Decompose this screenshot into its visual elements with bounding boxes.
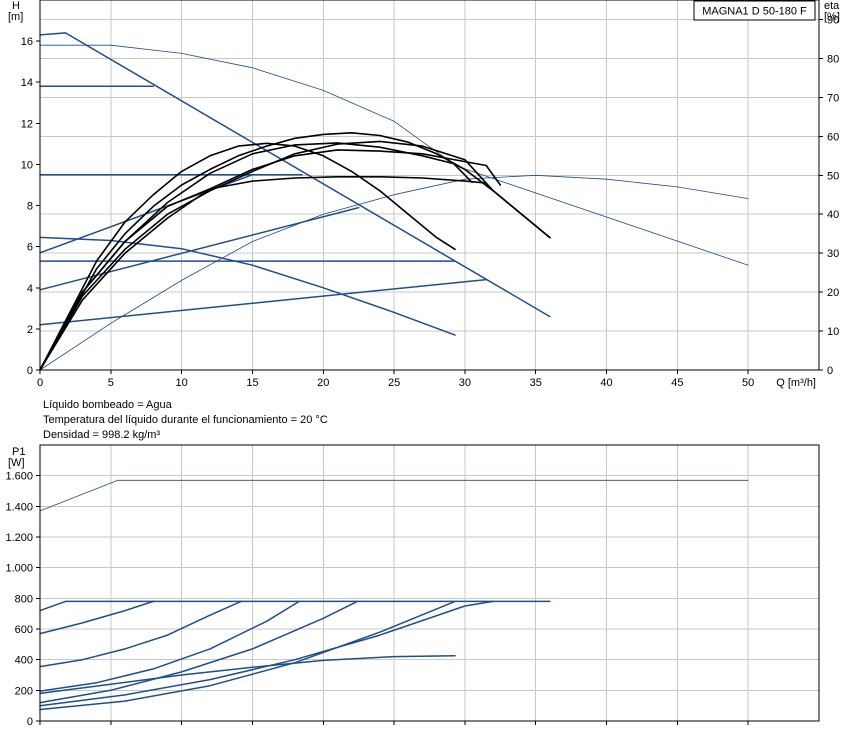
fluid-info: Líquido bombeado = Agua Temperatura del … — [43, 398, 328, 443]
top-x-tick-label-9: 45 — [671, 377, 683, 389]
bottom-series-8 — [39, 655, 456, 695]
top-y-tick-label-0: 0 — [27, 365, 33, 377]
bottom-y-tick-label-1: 200 — [15, 685, 33, 697]
top-y-tick-label-7: 14 — [21, 77, 33, 89]
top-x-tick-label-4: 20 — [317, 377, 329, 389]
info-line-temperature: Temperatura del líquido durante el funci… — [43, 414, 328, 426]
top-y2-tick-label-2: 20 — [827, 287, 839, 299]
top-y-tick-label-1: 2 — [27, 324, 33, 336]
top-y2-tick-label-1: 10 — [827, 326, 839, 338]
top-y-tick-label-6: 12 — [21, 118, 33, 130]
top-y2-tick-label-3: 30 — [827, 248, 839, 260]
bottom-y-tick-label-7: 1.400 — [5, 501, 33, 513]
info-line-fluid: Líquido bombeado = Agua — [43, 399, 172, 411]
top-x-tick-label-5: 25 — [388, 377, 400, 389]
top-series-6 — [39, 278, 487, 326]
top-y2-tick-label-8: 80 — [827, 53, 839, 65]
top-y-tick-label-3: 6 — [27, 242, 33, 254]
bottom-series-3 — [39, 600, 242, 668]
top-x-axis-label: Q [m³/h] — [776, 377, 816, 389]
top-x-tick-label-10: 50 — [742, 377, 754, 389]
top-y2-tick-label-7: 70 — [827, 92, 839, 104]
bottom-y-tick-label-8: 1.600 — [5, 471, 33, 483]
bottom-plot-frame — [39, 444, 820, 722]
top-plot-frame — [39, 0, 820, 371]
top-x-tick-label-3: 15 — [246, 377, 258, 389]
bottom-y-tick-label-5: 1.000 — [5, 563, 33, 575]
top-y2-tick-label-5: 50 — [827, 170, 839, 182]
top-y-tick-label-8: 16 — [21, 36, 33, 48]
bottom-y-tick-label-0: 0 — [27, 716, 33, 728]
top-x-tick-label-2: 10 — [176, 377, 188, 389]
top-y-axis-label-1: [m] — [8, 11, 23, 23]
top-x-tick-label-0: 0 — [37, 377, 43, 389]
bottom-chart-grid — [40, 445, 819, 721]
top-y2-tick-label-6: 60 — [827, 131, 839, 143]
top-x-tick-label-8: 40 — [600, 377, 612, 389]
top-y2-axis-label-1: [%] — [824, 11, 840, 23]
bottom-y-tick-label-3: 600 — [15, 624, 33, 636]
model-label: MAGNA1 D 50-180 F — [702, 6, 807, 18]
top-y-tick-label-4: 8 — [27, 201, 33, 213]
top-y-tick-label-5: 10 — [21, 159, 33, 171]
bottom-y-tick-label-6: 1.200 — [5, 532, 33, 544]
top-y-tick-label-2: 4 — [27, 283, 33, 295]
pump-curve-chart: 0 5 10 15 20 25 30 35 40 45 50 Q [m³/h] 0 2 4 6 8 10 12 14 1… — [5, 0, 840, 728]
bottom-series-1 — [39, 600, 551, 612]
top-chart-grid — [40, 0, 819, 370]
info-line-density: Densidad = 998.2 kg/m³ — [43, 429, 161, 441]
bottom-y-tick-label-2: 400 — [15, 655, 33, 667]
top-x-tick-label-6: 30 — [459, 377, 471, 389]
top-y2-tick-label-0: 0 — [827, 365, 833, 377]
top-x-tick-label-1: 5 — [108, 377, 114, 389]
bottom-y-axis-label-1: [W] — [8, 457, 25, 469]
bottom-y-tick-label-4: 800 — [15, 593, 33, 605]
top-x-tick-label-7: 35 — [530, 377, 542, 389]
top-y2-tick-label-4: 40 — [827, 209, 839, 221]
